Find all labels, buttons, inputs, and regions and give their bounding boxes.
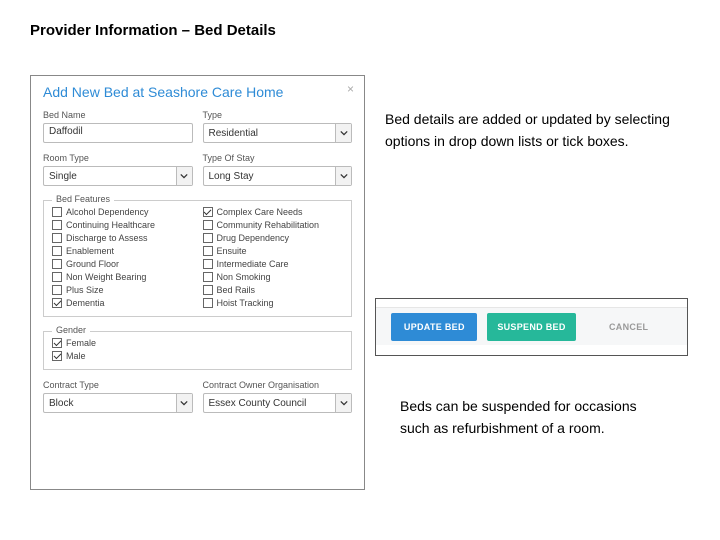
feature-label: Bed Rails (217, 285, 256, 295)
checkbox-icon[interactable] (203, 259, 213, 269)
chevron-down-icon (176, 167, 192, 185)
feature-label: Non Smoking (217, 272, 271, 282)
feature-label: Non Weight Bearing (66, 272, 146, 282)
contract-type-field: Contract Type Block (43, 380, 193, 413)
chevron-down-icon (335, 167, 351, 185)
feature-checkbox-item[interactable]: Ground Floor (52, 259, 193, 269)
chevron-down-icon (335, 394, 351, 412)
checkbox-icon[interactable] (52, 272, 62, 282)
room-type-value: Single (49, 171, 77, 182)
gender-fieldset: Gender FemaleMale (43, 331, 352, 370)
gender-checkbox-item[interactable]: Male (52, 351, 343, 361)
chevron-down-icon (335, 124, 351, 142)
close-icon[interactable]: × (347, 82, 354, 96)
feature-checkbox-item[interactable]: Non Smoking (203, 272, 344, 282)
feature-label: Alcohol Dependency (66, 207, 149, 217)
feature-label: Discharge to Assess (66, 233, 148, 243)
feature-label: Dementia (66, 298, 105, 308)
bed-features-fieldset: Bed Features Alcohol DependencyComplex C… (43, 200, 352, 317)
feature-label: Plus Size (66, 285, 104, 295)
bed-name-field: Bed Name Daffodil (43, 110, 193, 143)
chevron-down-icon (176, 394, 192, 412)
stay-type-label: Type Of Stay (203, 153, 353, 163)
checkbox-icon[interactable] (203, 285, 213, 295)
feature-checkbox-item[interactable]: Complex Care Needs (203, 207, 344, 217)
feature-label: Enablement (66, 246, 114, 256)
gender-checkbox-item[interactable]: Female (52, 338, 343, 348)
checkbox-icon[interactable] (203, 233, 213, 243)
bed-features-legend: Bed Features (52, 194, 114, 204)
checkbox-icon[interactable] (52, 220, 62, 230)
checkbox-icon[interactable] (203, 207, 213, 217)
feature-label: Community Rehabilitation (217, 220, 320, 230)
feature-checkbox-item[interactable]: Ensuite (203, 246, 344, 256)
feature-label: Continuing Healthcare (66, 220, 155, 230)
page-title: Provider Information – Bed Details (0, 0, 720, 39)
annotation-bottom: Beds can be suspended for occasions such… (400, 395, 660, 440)
gender-legend: Gender (52, 325, 90, 335)
checkbox-icon[interactable] (203, 246, 213, 256)
stay-type-value: Long Stay (209, 171, 254, 182)
feature-label: Intermediate Care (217, 259, 289, 269)
feature-checkbox-item[interactable]: Non Weight Bearing (52, 272, 193, 282)
feature-checkbox-item[interactable]: Discharge to Assess (52, 233, 193, 243)
stay-type-select[interactable]: Long Stay (203, 166, 353, 186)
gender-label: Male (66, 351, 86, 361)
type-label: Type (203, 110, 353, 120)
cancel-button[interactable]: CANCEL (586, 313, 672, 341)
checkbox-icon[interactable] (203, 298, 213, 308)
type-value: Residential (209, 128, 258, 139)
room-type-field: Room Type Single (43, 153, 193, 186)
owner-field: Contract Owner Organisation Essex County… (203, 380, 353, 413)
checkbox-icon[interactable] (52, 298, 62, 308)
feature-checkbox-item[interactable]: Hoist Tracking (203, 298, 344, 308)
owner-select[interactable]: Essex County Council (203, 393, 353, 413)
stay-type-field: Type Of Stay Long Stay (203, 153, 353, 186)
feature-checkbox-item[interactable]: Enablement (52, 246, 193, 256)
feature-label: Hoist Tracking (217, 298, 274, 308)
room-type-select[interactable]: Single (43, 166, 193, 186)
checkbox-icon[interactable] (52, 285, 62, 295)
feature-checkbox-item[interactable]: Drug Dependency (203, 233, 344, 243)
feature-checkbox-item[interactable]: Continuing Healthcare (52, 220, 193, 230)
checkbox-icon[interactable] (52, 246, 62, 256)
feature-checkbox-item[interactable]: Community Rehabilitation (203, 220, 344, 230)
gender-label: Female (66, 338, 96, 348)
checkbox-icon[interactable] (203, 220, 213, 230)
add-bed-modal: × Add New Bed at Seashore Care Home Bed … (30, 75, 365, 490)
feature-checkbox-item[interactable]: Plus Size (52, 285, 193, 295)
feature-checkbox-item[interactable]: Dementia (52, 298, 193, 308)
checkbox-icon[interactable] (52, 338, 62, 348)
owner-label: Contract Owner Organisation (203, 380, 353, 390)
feature-label: Drug Dependency (217, 233, 290, 243)
bed-name-input[interactable]: Daffodil (43, 123, 193, 143)
feature-checkbox-item[interactable]: Intermediate Care (203, 259, 344, 269)
modal-title: Add New Bed at Seashore Care Home (43, 84, 352, 100)
feature-checkbox-item[interactable]: Alcohol Dependency (52, 207, 193, 217)
suspend-bed-button[interactable]: SUSPEND BED (487, 313, 575, 341)
bed-name-label: Bed Name (43, 110, 193, 120)
type-field: Type Residential (203, 110, 353, 143)
annotation-top: Bed details are added or updated by sele… (385, 108, 685, 153)
contract-type-select[interactable]: Block (43, 393, 193, 413)
feature-label: Complex Care Needs (217, 207, 303, 217)
checkbox-icon[interactable] (52, 259, 62, 269)
checkbox-icon[interactable] (52, 351, 62, 361)
type-select[interactable]: Residential (203, 123, 353, 143)
contract-type-label: Contract Type (43, 380, 193, 390)
feature-checkbox-item[interactable]: Bed Rails (203, 285, 344, 295)
owner-value: Essex County Council (209, 398, 307, 409)
checkbox-icon[interactable] (52, 233, 62, 243)
checkbox-icon[interactable] (203, 272, 213, 282)
room-type-label: Room Type (43, 153, 193, 163)
action-button-bar: UPDATE BED SUSPEND BED CANCEL (375, 298, 688, 356)
checkbox-icon[interactable] (52, 207, 62, 217)
update-bed-button[interactable]: UPDATE BED (391, 313, 477, 341)
feature-label: Ensuite (217, 246, 247, 256)
contract-type-value: Block (49, 398, 73, 409)
feature-label: Ground Floor (66, 259, 119, 269)
